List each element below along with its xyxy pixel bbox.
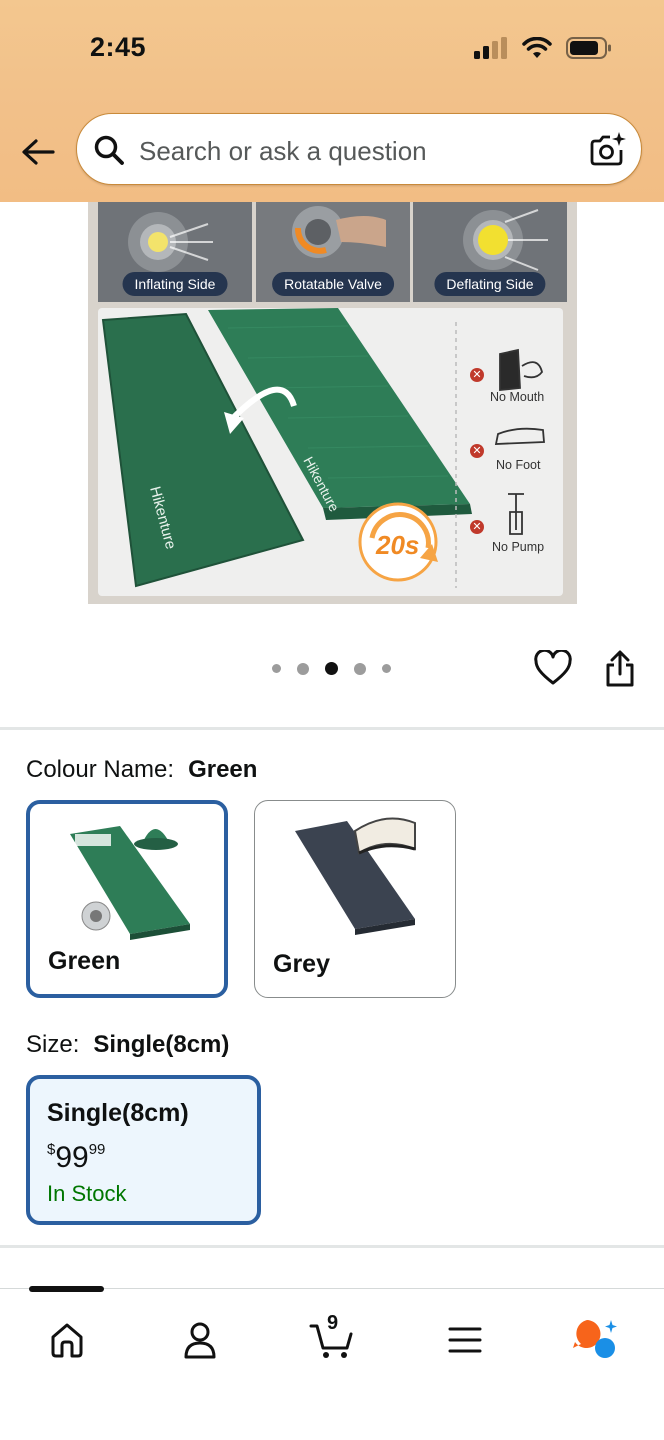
nav-account[interactable] (175, 1315, 225, 1365)
carousel-dots[interactable] (272, 662, 391, 675)
section-divider (0, 727, 664, 730)
carousel-dot[interactable] (382, 664, 391, 673)
nav-cart[interactable]: 9 (307, 1312, 357, 1365)
camera-search-icon[interactable] (589, 130, 627, 168)
swatch-label: Green (48, 947, 121, 975)
back-button[interactable] (18, 132, 58, 172)
colour-option-green[interactable]: Green (26, 800, 228, 998)
no-icon: ✕ (470, 520, 484, 534)
inflating-side-tile: Inflating Side (98, 202, 252, 302)
colour-option-grey[interactable]: Grey (254, 800, 456, 998)
header: 2:45 Search or ask a question (0, 0, 664, 202)
size-label: Size: (26, 1031, 80, 1058)
battery-icon (566, 37, 611, 59)
timer-badge: 20s (375, 530, 419, 560)
no-icon: ✕ (470, 368, 484, 382)
size-selected: Single(8cm) (93, 1031, 230, 1058)
price-fraction: 99 (88, 1141, 106, 1158)
signal-icon (474, 37, 507, 59)
size-option-single[interactable]: Single(8cm) $9999 In Stock (26, 1075, 261, 1225)
status-icons (474, 36, 612, 60)
cart-count: 9 (327, 1312, 339, 1334)
rufus-icon (573, 1320, 617, 1358)
wishlist-button[interactable] (534, 648, 572, 691)
price-whole: 99 (55, 1141, 89, 1174)
account-icon (184, 1322, 216, 1359)
carousel-dot[interactable] (272, 664, 281, 673)
carousel-dot[interactable] (297, 662, 309, 675)
mat-comparison-panel: Hikenture Hikenture 20s ✕ No Mouth ✕ No … (98, 308, 563, 596)
search-input[interactable]: Search or ask a question (139, 136, 427, 167)
price: $9999 (47, 1141, 105, 1175)
heart-icon (534, 648, 572, 685)
tile-label: Deflating Side (434, 272, 546, 296)
colour-heading: Colour Name: Green (26, 756, 257, 784)
colour-selected: Green (188, 756, 258, 783)
swatch-label: Grey (273, 950, 330, 978)
tile-label: Inflating Side (122, 272, 228, 296)
colour-label: Colour Name: (26, 756, 175, 783)
feature-no-mouth: No Mouth (490, 390, 545, 404)
back-arrow-icon (22, 139, 55, 165)
rotatable-valve-tile: Rotatable Valve (256, 202, 410, 302)
nav-menu[interactable] (440, 1315, 490, 1365)
share-button[interactable] (603, 650, 637, 693)
product-image[interactable]: Inflating Side Rotatable Valve Deflating… (88, 202, 577, 604)
section-divider (0, 1245, 664, 1248)
share-icon (606, 650, 634, 687)
feature-no-pump: No Pump (492, 540, 545, 554)
search-bar[interactable]: Search or ask a question (76, 113, 642, 185)
bottom-nav: 9 (0, 1286, 664, 1440)
no-icon: ✕ (470, 444, 484, 458)
deflating-side-tile: Deflating Side (413, 202, 567, 302)
tile-label: Rotatable Valve (272, 272, 394, 296)
nav-active-indicator (29, 1286, 104, 1292)
home-icon (51, 1323, 83, 1358)
feature-no-foot: No Foot (496, 458, 541, 472)
nav-rufus[interactable] (570, 1315, 620, 1365)
menu-icon (448, 1327, 482, 1353)
carousel-dot-active[interactable] (325, 662, 338, 675)
size-heading: Size: Single(8cm) (26, 1031, 229, 1059)
nav-home[interactable] (42, 1315, 92, 1365)
carousel-dot[interactable] (354, 662, 366, 675)
availability: In Stock (47, 1181, 127, 1206)
size-option-name: Single(8cm) (47, 1099, 189, 1127)
search-icon (94, 135, 124, 165)
status-time: 2:45 (90, 32, 147, 62)
wifi-icon (522, 37, 552, 58)
